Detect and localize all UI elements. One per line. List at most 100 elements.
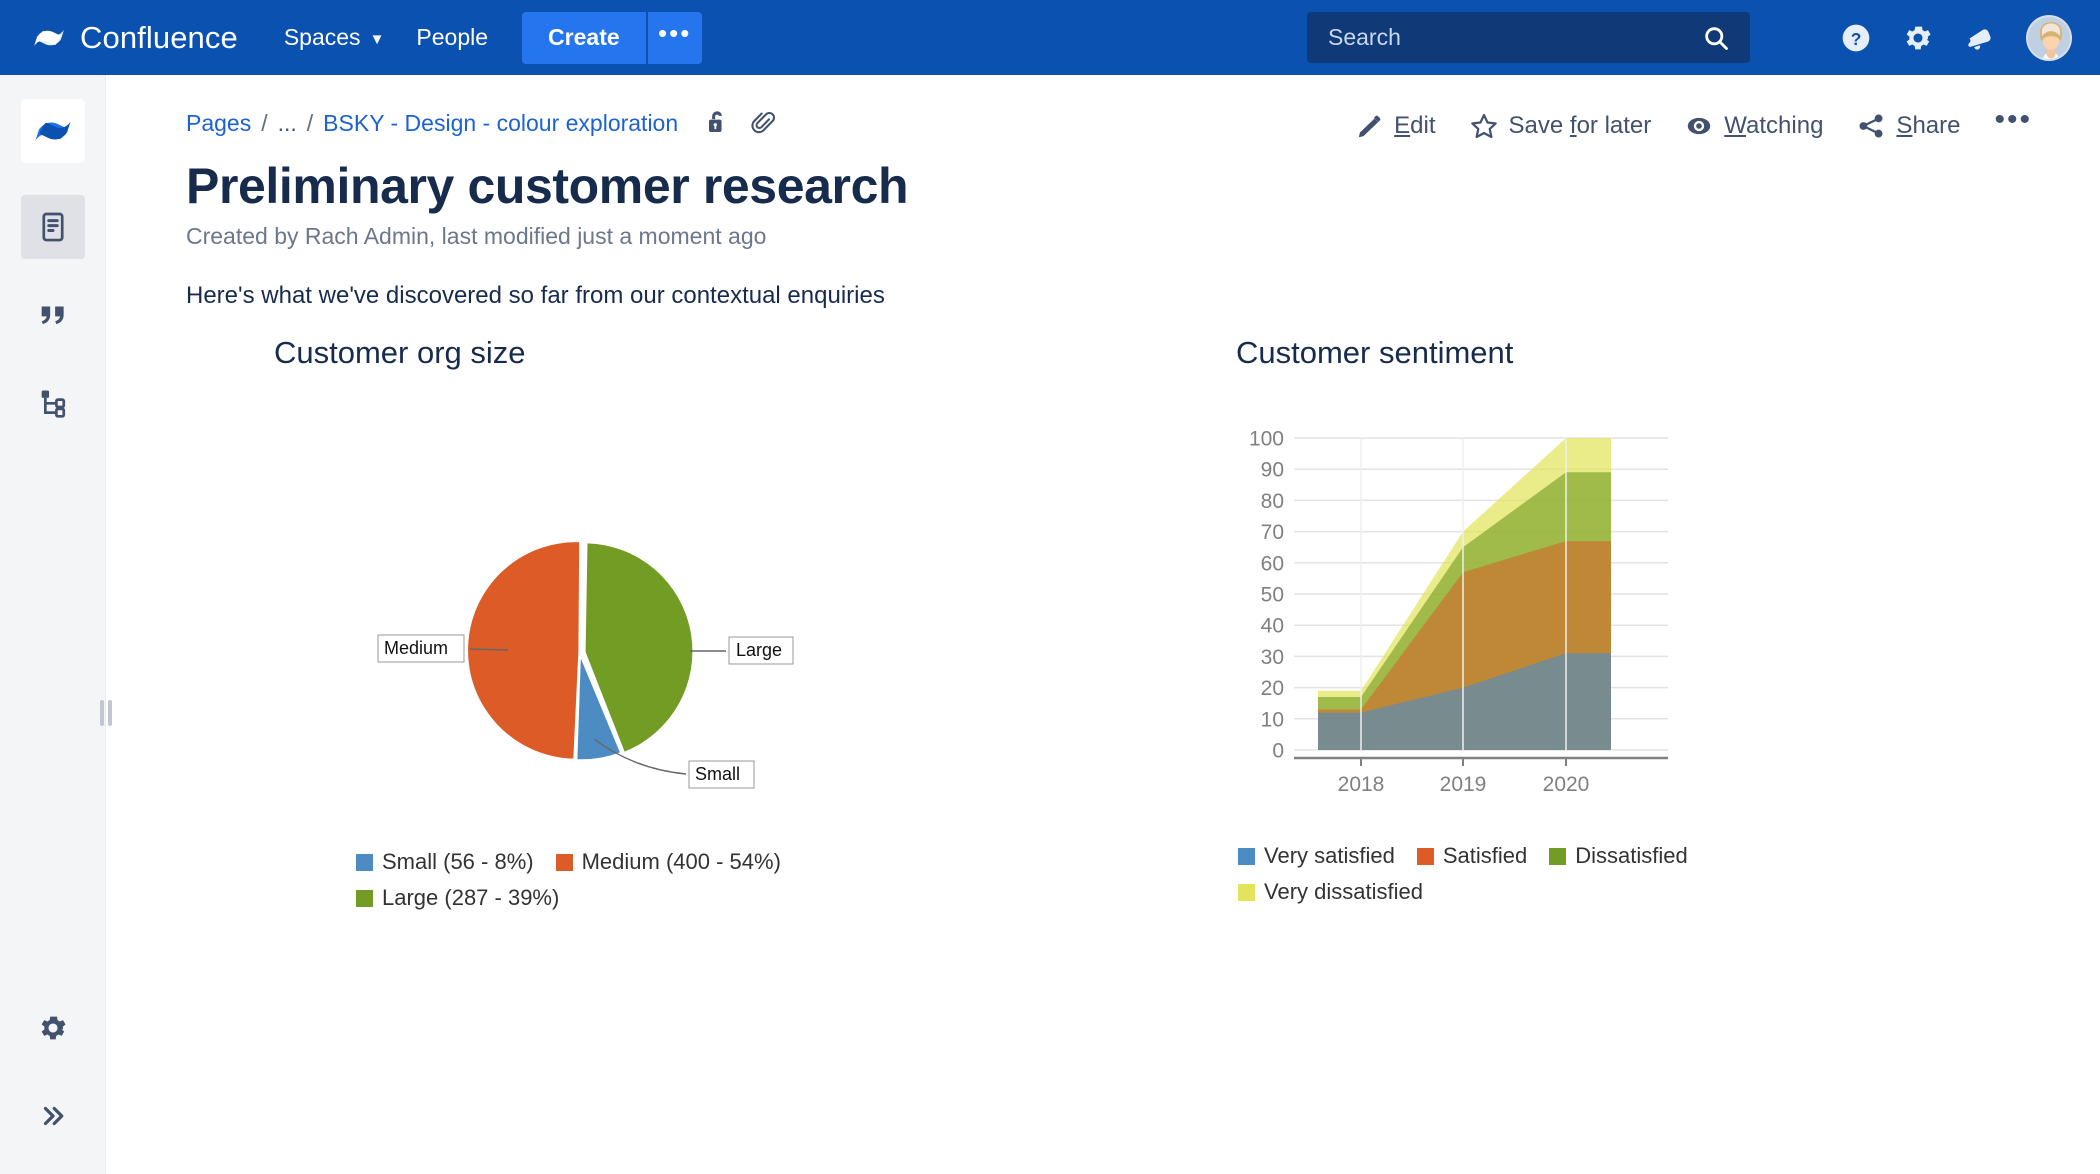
chevron-down-icon: ▼ xyxy=(369,30,385,48)
area-chart-legend: Very satisfied Satisfied Dissatisfied Ve… xyxy=(1238,843,1798,915)
svg-text:Medium: Medium xyxy=(384,638,448,658)
watching-button[interactable]: Watching xyxy=(1685,112,1823,140)
legend-label: Very satisfied xyxy=(1264,843,1395,868)
blog-quote-icon xyxy=(36,298,70,332)
watching-label: Watching xyxy=(1724,112,1824,139)
settings-icon[interactable] xyxy=(1902,22,1934,54)
pie-label-medium: Medium xyxy=(377,634,465,663)
svg-text:Small: Small xyxy=(695,764,740,784)
create-more-button[interactable]: ••• xyxy=(645,11,702,64)
breadcrumb-separator: / xyxy=(261,110,268,136)
legend-label: Dissatisfied xyxy=(1575,843,1688,868)
sidebar-item-space-logo[interactable] xyxy=(20,99,85,163)
legend-item[interactable]: Satisfied xyxy=(1416,843,1528,869)
legend-swatch-medium xyxy=(555,853,573,871)
unlocked-padlock-icon[interactable] xyxy=(704,109,730,138)
sidebar-item-space-settings[interactable] xyxy=(21,996,85,1060)
legend-swatch-small xyxy=(356,853,373,871)
sidebar-item-pages[interactable] xyxy=(20,195,85,259)
legend-item[interactable]: Medium (400 - 54%) xyxy=(555,849,781,875)
page-tree-icon xyxy=(36,386,70,420)
gear-icon xyxy=(37,1012,69,1044)
legend-label: Satisfied xyxy=(1442,843,1528,868)
page-content: Pages / ... / BSKY - Design - colour exp… xyxy=(106,75,2100,1174)
svg-text:10: 10 xyxy=(1261,708,1284,731)
legend-swatch-very-dissatisfied xyxy=(1238,883,1255,901)
legend-item[interactable]: Very satisfied xyxy=(1238,843,1395,869)
legend-item[interactable]: Small (56 - 8%) xyxy=(356,849,534,875)
svg-text:2018: 2018 xyxy=(1338,773,1385,796)
sidebar-item-expand[interactable] xyxy=(21,1084,85,1148)
brand-name: Confluence xyxy=(80,19,238,55)
legend-swatch-large xyxy=(356,889,373,907)
sidebar-bottom-items xyxy=(0,996,106,1148)
nav-spaces-label: Spaces xyxy=(283,24,361,50)
create-button[interactable]: Create xyxy=(522,11,646,64)
legend-label: Large (287 - 39%) xyxy=(382,885,560,910)
page-document-icon xyxy=(36,210,70,244)
sidebar-item-page-tree[interactable] xyxy=(21,371,85,435)
pie-chart-legend: Small (56 - 8%) Medium (400 - 54%) Large… xyxy=(356,849,836,921)
svg-text:50: 50 xyxy=(1261,584,1284,607)
save-for-later-label: Save for later xyxy=(1508,112,1652,139)
space-sidebar xyxy=(0,75,112,1174)
legend-item[interactable]: Very dissatisfied xyxy=(1238,879,1776,905)
user-avatar[interactable] xyxy=(2026,14,2072,61)
confluence-space-logo-icon xyxy=(33,111,73,151)
help-icon[interactable]: ? xyxy=(1840,22,1872,54)
paperclip-icon[interactable] xyxy=(750,109,776,138)
svg-text:40: 40 xyxy=(1261,615,1284,638)
legend-swatch-dissatisfied xyxy=(1549,847,1567,865)
page-metadata: Created by Rach Admin, last modified jus… xyxy=(186,223,767,249)
svg-text:60: 60 xyxy=(1261,552,1284,575)
pie-slice-medium xyxy=(468,542,580,759)
legend-item[interactable]: Dissatisfied xyxy=(1549,843,1688,869)
confluence-home-link[interactable]: Confluence xyxy=(32,20,238,56)
star-icon xyxy=(1470,112,1498,140)
pie-label-large: Large xyxy=(728,636,794,665)
page-title: Preliminary customer research xyxy=(186,158,909,214)
pie-chart-block: Customer org size Medium Large Small Sma… xyxy=(274,335,1114,921)
legend-swatch-satisfied xyxy=(1416,847,1434,865)
svg-text:90: 90 xyxy=(1261,459,1284,482)
svg-text:Large: Large xyxy=(736,640,782,660)
legend-label: Medium (400 - 54%) xyxy=(581,849,781,874)
legend-item[interactable]: Large (287 - 39%) xyxy=(356,885,814,911)
eye-icon xyxy=(1685,112,1713,140)
breadcrumb-ellipsis[interactable]: ... xyxy=(278,110,297,137)
search-input[interactable] xyxy=(1307,24,1647,51)
svg-text:?: ? xyxy=(1851,28,1862,48)
save-for-later-button[interactable]: Save for later xyxy=(1470,112,1652,140)
page-actions-more-button[interactable]: ••• xyxy=(1994,103,2032,149)
nav-people[interactable]: People xyxy=(400,0,504,75)
sidebar-item-blog[interactable] xyxy=(21,283,85,347)
breadcrumb-space[interactable]: BSKY - Design - colour exploration xyxy=(323,110,678,137)
svg-text:30: 30 xyxy=(1261,646,1284,669)
share-button[interactable]: Share xyxy=(1857,112,1960,140)
pie-chart[interactable]: Medium Large Small xyxy=(274,471,1114,831)
breadcrumb: Pages / ... / BSKY - Design - colour exp… xyxy=(186,109,776,138)
top-nav-icons: ? xyxy=(1840,0,2072,75)
pie-chart-title: Customer org size xyxy=(274,335,526,370)
x-axis-tick-labels: 2018 2019 2020 xyxy=(1338,773,1590,796)
svg-text:2020: 2020 xyxy=(1543,773,1590,796)
search-box[interactable] xyxy=(1307,12,1750,63)
breadcrumb-pages[interactable]: Pages xyxy=(186,110,251,137)
breadcrumb-separator-2: / xyxy=(306,110,314,136)
confluence-logo-icon xyxy=(32,21,66,55)
area-chart[interactable]: 100 90 80 70 60 50 40 30 20 10 0 2018 20… xyxy=(1236,423,2076,833)
edit-button[interactable]: Edit xyxy=(1356,112,1436,140)
nav-spaces[interactable]: Spaces ▼ xyxy=(268,0,401,75)
notifications-bell-icon[interactable] xyxy=(1964,22,1996,54)
search-icon[interactable] xyxy=(1702,24,1730,52)
edit-button-label: Edit xyxy=(1394,112,1436,139)
legend-label: Very dissatisfied xyxy=(1264,879,1423,904)
svg-text:80: 80 xyxy=(1261,490,1284,513)
svg-text:70: 70 xyxy=(1261,521,1284,544)
intro-paragraph: Here's what we've discovered so far from… xyxy=(186,282,885,309)
svg-text:20: 20 xyxy=(1261,677,1284,700)
svg-text:2019: 2019 xyxy=(1440,773,1487,796)
legend-swatch-very-satisfied xyxy=(1238,847,1255,865)
svg-text:100: 100 xyxy=(1249,428,1284,451)
area-chart-title: Customer sentiment xyxy=(1236,335,1514,370)
